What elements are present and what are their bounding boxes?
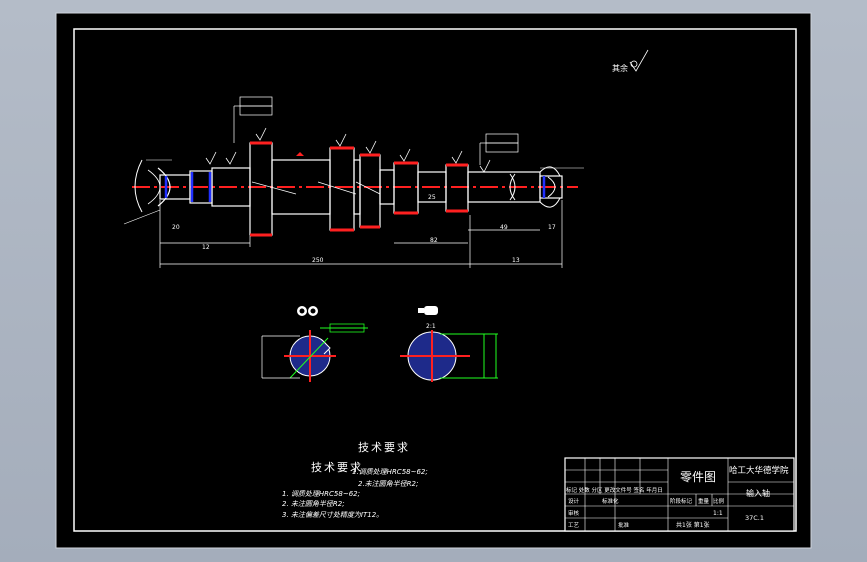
tech-title-1: 技术要求 <box>358 441 410 454</box>
title-approve-label: 批准 <box>618 521 630 529</box>
tech-req-1: 1. 调质处理HRC58~62; <box>282 490 360 498</box>
title-process-label: 工艺 <box>568 522 580 529</box>
dim-17: 17 <box>548 224 556 231</box>
title-part-name: 输入轴 <box>746 488 770 498</box>
dim-25: 25 <box>428 194 436 201</box>
tech-req-2: 2. 未注圆角半径R2; <box>282 500 345 508</box>
title-sheet-info: 共1张 第1张 <box>676 521 710 529</box>
tech-overlay-1: 1.调质处理HRC58~62; <box>352 468 428 476</box>
tech-req-3: 3. 未注偏差尺寸处精度为IT12。 <box>282 511 383 519</box>
dim-250: 250 <box>312 257 324 264</box>
title-stage-label: 阶段标记 <box>670 497 693 505</box>
title-designer-label: 设计 <box>568 497 580 505</box>
dim-12: 12 <box>202 244 210 251</box>
tech-overlay-2: 2.未注圆角半径R2; <box>358 480 418 488</box>
roughness-label: 其余 <box>612 63 628 73</box>
title-drawing-type: 零件图 <box>680 470 716 484</box>
title-rev-header: 标记 处数 分区 更改文件号 签名 年月日 <box>566 486 663 494</box>
dim-13: 13 <box>512 257 520 264</box>
title-block: 零件图 哈工大华德学院 输入轴 阶段标记 重量 比例 1:1 共1张 第1张 3… <box>564 457 795 532</box>
dim-49: 49 <box>500 224 508 231</box>
section-b-label: 2:1 <box>426 323 436 330</box>
title-school: 哈工大华德学院 <box>729 465 789 476</box>
cad-drawing-canvas: 其余 12 250 13 82 49 17 25 20 2:1 技术要求 技术要… <box>55 12 812 549</box>
title-material: 37C.1 <box>745 514 764 522</box>
title-std-label: 标准化 <box>602 497 619 505</box>
title-mass-label: 重量 <box>698 497 710 505</box>
title-checker-label: 审核 <box>568 509 580 517</box>
title-scale-value: 1:1 <box>713 510 723 517</box>
title-scale-label: 比例 <box>713 497 725 505</box>
dim-82: 82 <box>430 237 438 244</box>
dim-20: 20 <box>172 224 180 231</box>
